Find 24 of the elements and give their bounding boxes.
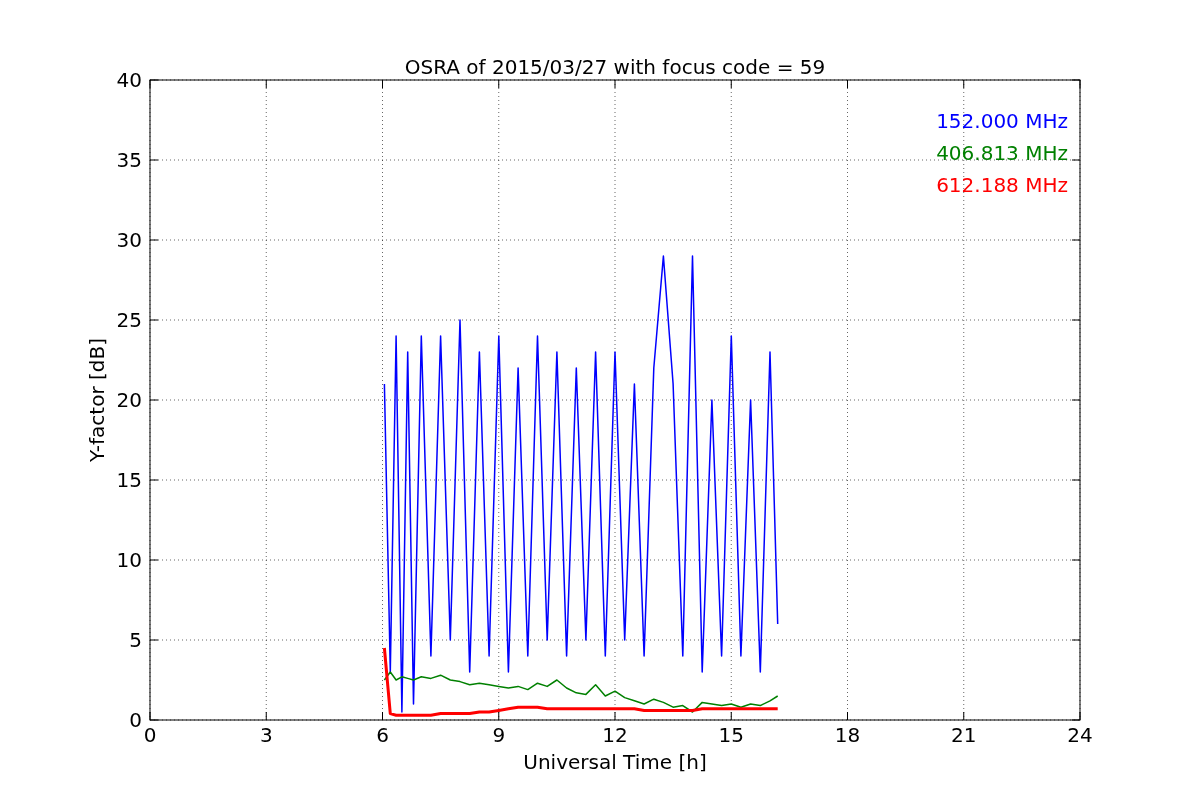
x-tick-label: 12 [602,723,628,747]
y-tick-label: 5 [129,628,142,652]
y-tick-label: 15 [116,468,142,492]
legend-label: 152.000 MHz [936,109,1068,133]
legend-label: 612.188 MHz [936,173,1068,197]
y-tick-label: 25 [116,308,142,332]
x-tick-label: 24 [1067,723,1093,747]
x-axis-label: Universal Time [h] [523,750,707,774]
y-tick-label: 35 [116,148,142,172]
x-tick-label: 3 [259,723,273,747]
y-tick-label: 10 [116,548,142,572]
x-tick-label: 15 [718,723,744,747]
legend-label: 406.813 MHz [936,141,1068,165]
chart-title: OSRA of 2015/03/27 with focus code = 59 [404,55,826,79]
x-tick-label: 9 [492,723,506,747]
y-axis-label: Y-factor [dB] [85,338,109,462]
y-tick-label: 0 [129,708,142,732]
y-tick-label: 40 [116,68,142,92]
y-tick-label: 20 [116,388,142,412]
x-tick-label: 18 [834,723,861,747]
x-tick-label: 6 [376,723,389,747]
y-tick-label: 30 [116,228,142,252]
x-tick-label: 0 [143,723,157,747]
x-tick-label: 21 [951,723,977,747]
